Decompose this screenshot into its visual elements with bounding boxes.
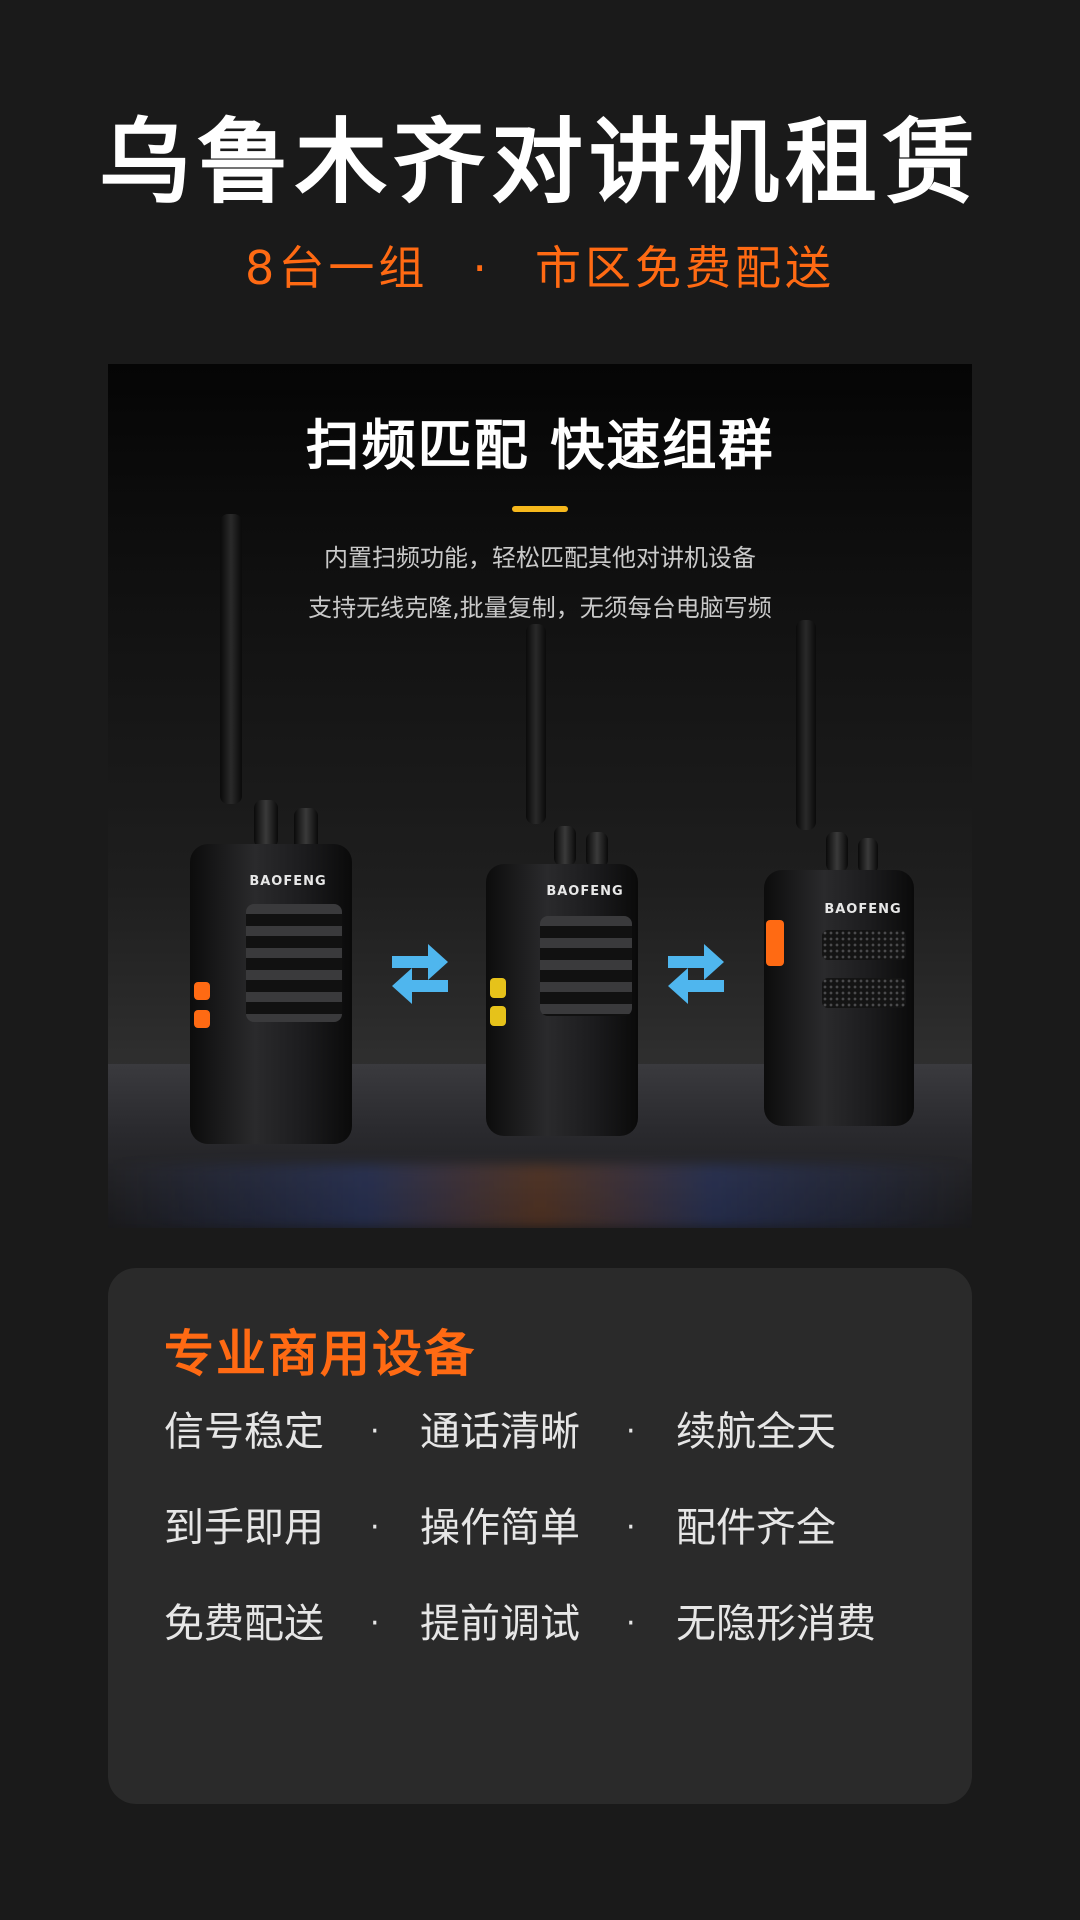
page-title: 乌鲁木齐对讲机租赁 xyxy=(98,109,981,216)
feature-item: 免费配送 xyxy=(164,1601,324,1647)
photo-reflection xyxy=(108,1164,972,1228)
feature-item: 到手即用 xyxy=(164,1505,324,1551)
brand-label: BAOFENG xyxy=(249,874,327,889)
feature-separator: · xyxy=(370,1510,380,1545)
speaker-mesh xyxy=(822,978,906,1008)
speaker-grille xyxy=(540,916,632,1016)
product-photo: 扫频匹配 快速组群 内置扫频功能，轻松匹配其他对讲机设备 支持无线克隆,批量复制… xyxy=(108,364,972,1228)
feature-separator: · xyxy=(626,1510,636,1545)
photo-heading: 扫频匹配 快速组群 xyxy=(305,414,775,477)
features-title: 专业商用设备 xyxy=(164,1325,476,1383)
feature-separator: · xyxy=(370,1414,380,1449)
feature-row: 到手即用 · 操作简单 · 配件齐全 xyxy=(164,1500,944,1556)
feature-row: 信号稳定 · 通话清晰 · 续航全天 xyxy=(164,1404,944,1460)
speaker-grille xyxy=(246,904,342,1022)
subtitle-separator: · xyxy=(472,241,491,295)
page: 乌鲁木齐对讲机租赁 8台一组 · 市区免费配送 扫频匹配 快速组群 内置扫频功能，轻… xyxy=(0,0,1080,1920)
feature-item: 通话清晰 xyxy=(420,1409,580,1455)
feature-item: 配件齐全 xyxy=(676,1505,836,1551)
feature-item: 续航全天 xyxy=(676,1409,836,1455)
feature-item: 无隐形消费 xyxy=(676,1601,876,1647)
heading-accent-bar xyxy=(512,506,568,512)
features-card: 专业商用设备 信号稳定 · 通话清晰 · 续航全天 到手即用 · 操作简单 · … xyxy=(108,1268,972,1804)
brand-label: BAOFENG xyxy=(824,902,902,917)
subtitle-group-size: 8台一组 xyxy=(245,241,429,295)
feature-separator: · xyxy=(626,1606,636,1641)
sync-arrows-icon xyxy=(392,944,448,1004)
speaker-mesh xyxy=(822,930,906,960)
feature-separator: · xyxy=(626,1414,636,1449)
subtitle-delivery: 市区免费配送 xyxy=(534,241,835,295)
sync-arrows-icon xyxy=(668,944,724,1004)
feature-row: 免费配送 · 提前调试 · 无隐形消费 xyxy=(164,1596,944,1652)
feature-item: 提前调试 xyxy=(420,1601,580,1647)
subtitle: 8台一组 · 市区免费配送 xyxy=(0,240,1080,296)
feature-separator: · xyxy=(370,1606,380,1641)
brand-label: BAOFENG xyxy=(546,884,624,899)
feature-item: 信号稳定 xyxy=(164,1409,324,1455)
feature-item: 操作简单 xyxy=(420,1505,580,1551)
